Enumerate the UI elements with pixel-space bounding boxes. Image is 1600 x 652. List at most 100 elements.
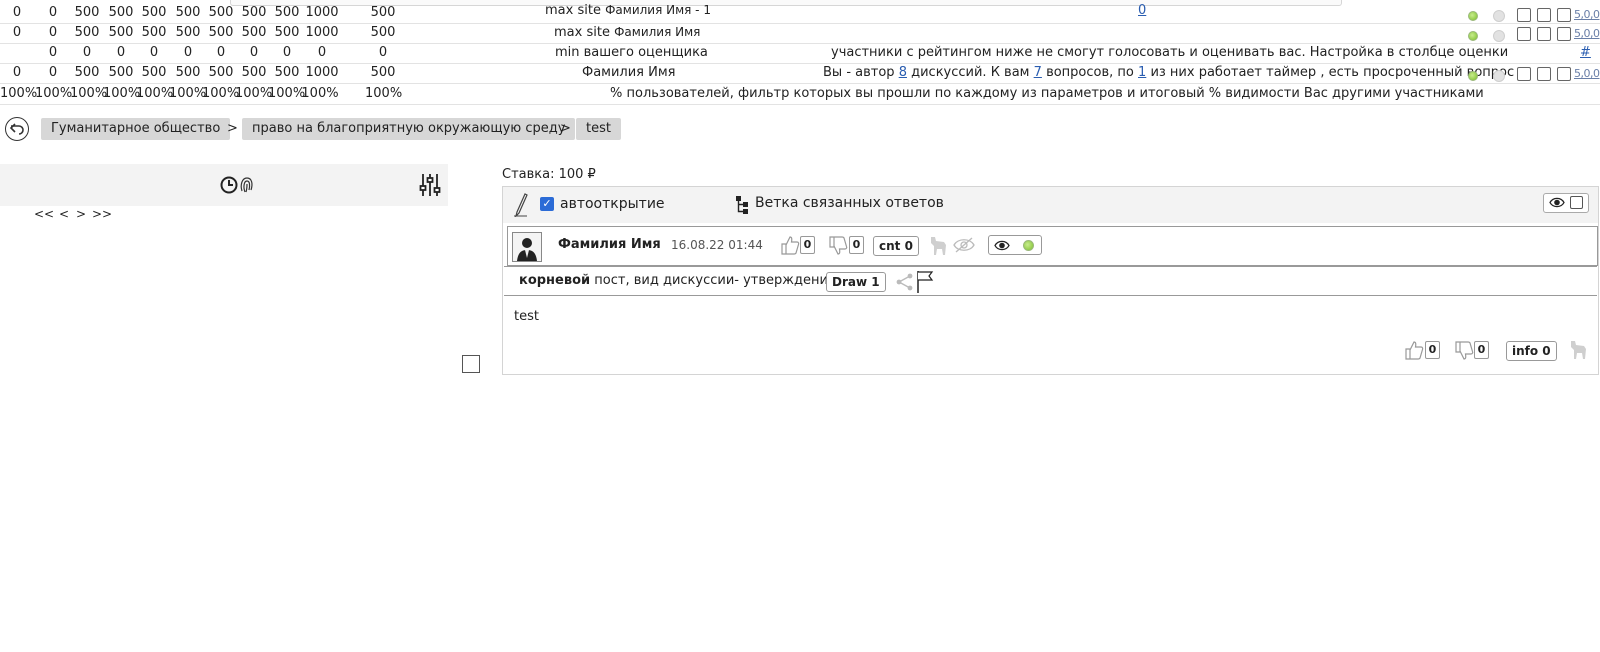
rating-link[interactable]: 5,0,0 — [1574, 67, 1600, 80]
table-cell: 0 — [48, 45, 58, 60]
table-total: 100% — [365, 86, 403, 101]
table-cell: 1000 — [305, 65, 339, 80]
row-label: max site Фамилия Имя — [554, 25, 701, 40]
pager-first[interactable]: << — [34, 207, 54, 221]
autoopen-label: автооткрытие — [560, 196, 665, 212]
table-cell: 100% — [136, 86, 174, 101]
rating-link[interactable]: 5,0,0 — [1574, 8, 1600, 21]
table-total: 0 — [378, 45, 388, 60]
table-cell: 0 — [48, 25, 58, 40]
table-cell: 500 — [208, 25, 234, 40]
post-meta: корневой пост, вид дискуссии- утверждени… — [504, 266, 1597, 296]
table-cell: 0 — [116, 45, 126, 60]
branch-link[interactable]: Ветка связанных ответов — [755, 195, 944, 211]
table-cell: 0 — [48, 5, 58, 20]
table-cell: 100% — [301, 86, 339, 101]
thumbs-up-icon[interactable] — [780, 235, 800, 255]
pencil-icon[interactable] — [513, 193, 529, 217]
eye-slash-icon[interactable] — [953, 237, 975, 253]
draw-badge[interactable]: Draw 1 — [826, 272, 886, 292]
breadcrumb-item-current[interactable]: test — [576, 118, 621, 140]
visibility-toggle[interactable] — [1543, 193, 1589, 213]
status-dot — [1493, 10, 1505, 22]
fingerprint-icon[interactable] — [239, 175, 255, 195]
table-row: 0 0 0 0 0 0 0 0 0 0 min вашего оценщика … — [0, 43, 1600, 64]
pager-next[interactable]: > — [76, 207, 86, 221]
table-row: 100% 100% 100% 100% 100% 100% 100% 100% … — [0, 84, 1600, 105]
row-checkbox[interactable] — [1557, 8, 1571, 22]
row-checkbox[interactable] — [1537, 67, 1551, 81]
breadcrumb-item[interactable]: право на благоприятную окружающую среду — [242, 118, 576, 140]
status-dot — [1468, 31, 1478, 41]
filter-sliders-icon[interactable] — [419, 173, 441, 197]
flag-icon[interactable] — [916, 270, 934, 294]
row-link[interactable]: 0 — [1138, 3, 1146, 18]
thumbs-down-icon[interactable] — [828, 236, 848, 256]
visibility-checkbox[interactable] — [1570, 196, 1583, 209]
thumbs-up-icon[interactable] — [1404, 340, 1424, 360]
breadcrumb-item[interactable]: Гуманитарное общество — [41, 118, 231, 140]
table-total: 500 — [370, 25, 396, 40]
table-row: 0 0 500 500 500 500 500 500 500 1000 500… — [0, 23, 1600, 44]
footer-likes-count: 0 — [1425, 341, 1440, 359]
dog-icon[interactable] — [928, 235, 948, 257]
table-cell: 500 — [241, 25, 267, 40]
cnt-badge[interactable]: cnt 0 — [873, 236, 919, 256]
table-row: 0 0 500 500 500 500 500 500 500 1000 500… — [0, 63, 1600, 84]
row-checkbox[interactable] — [1537, 27, 1551, 41]
post-body: test — [514, 309, 539, 324]
likes-count: 0 — [800, 236, 815, 254]
table-cell: 0 — [149, 45, 159, 60]
share-icon[interactable] — [896, 273, 914, 291]
status-dot — [1493, 70, 1505, 82]
row-checkbox[interactable] — [1517, 27, 1531, 41]
visibility-status[interactable] — [988, 235, 1042, 255]
post-author[interactable]: Фамилия Имя — [558, 237, 661, 252]
breadcrumb-separator: > — [227, 121, 238, 136]
table-cell: 0 — [12, 5, 22, 20]
avatar[interactable] — [512, 232, 542, 262]
row-label: max site Фамилия Имя - 1 — [545, 3, 711, 18]
table-cell: 100% — [268, 86, 306, 101]
post-header: Фамилия Имя 16.08.22 01:44 0 0 cnt 0 — [507, 226, 1598, 266]
row-checkbox[interactable] — [1557, 67, 1571, 81]
select-checkbox[interactable] — [462, 355, 480, 373]
autoopen-checkbox[interactable]: ✓ — [540, 197, 554, 211]
history-icon[interactable] — [220, 176, 238, 194]
table-cell: 0 — [216, 45, 226, 60]
back-button[interactable] — [5, 117, 29, 141]
thumbs-down-icon[interactable] — [1454, 341, 1474, 361]
table-cell: 0 — [12, 65, 22, 80]
row-note: % пользователей, фильтр которых вы прошл… — [610, 86, 1484, 101]
table-cell: 0 — [317, 45, 327, 60]
table-cell: 500 — [108, 65, 134, 80]
table-cell: 500 — [175, 5, 201, 20]
eye-icon — [1549, 196, 1565, 209]
table-cell: 100% — [0, 86, 38, 101]
row-checkbox[interactable] — [1537, 8, 1551, 22]
row-checkbox[interactable] — [1517, 67, 1531, 81]
row-checkbox[interactable] — [1517, 8, 1531, 22]
pager-prev[interactable]: < — [59, 207, 69, 221]
table-cell: 100% — [235, 86, 273, 101]
table-cell: 100% — [202, 86, 240, 101]
tree-branch-icon — [735, 196, 749, 214]
table-row: 0 0 500 500 500 500 500 500 500 1000 500… — [0, 3, 1600, 24]
questions-link[interactable]: 7 — [1034, 65, 1042, 80]
back-arrow-icon — [9, 123, 24, 135]
table-cell: 500 — [141, 5, 167, 20]
eye-icon — [994, 239, 1010, 252]
discussions-link[interactable]: 8 — [899, 65, 907, 80]
status-dot — [1493, 30, 1505, 42]
pager-last[interactable]: >> — [92, 207, 112, 221]
table-cell: 500 — [274, 25, 300, 40]
table-cell: 500 — [108, 5, 134, 20]
row-checkbox[interactable] — [1557, 27, 1571, 41]
timer-link[interactable]: 1 — [1138, 65, 1146, 80]
table-cell: 500 — [141, 25, 167, 40]
rating-link[interactable]: 5,0,0 — [1574, 27, 1600, 40]
post-datetime: 16.08.22 01:44 — [671, 238, 763, 252]
info-badge[interactable]: info 0 — [1506, 341, 1557, 361]
hash-link[interactable]: # — [1580, 45, 1591, 60]
dog-icon[interactable] — [1568, 339, 1588, 361]
